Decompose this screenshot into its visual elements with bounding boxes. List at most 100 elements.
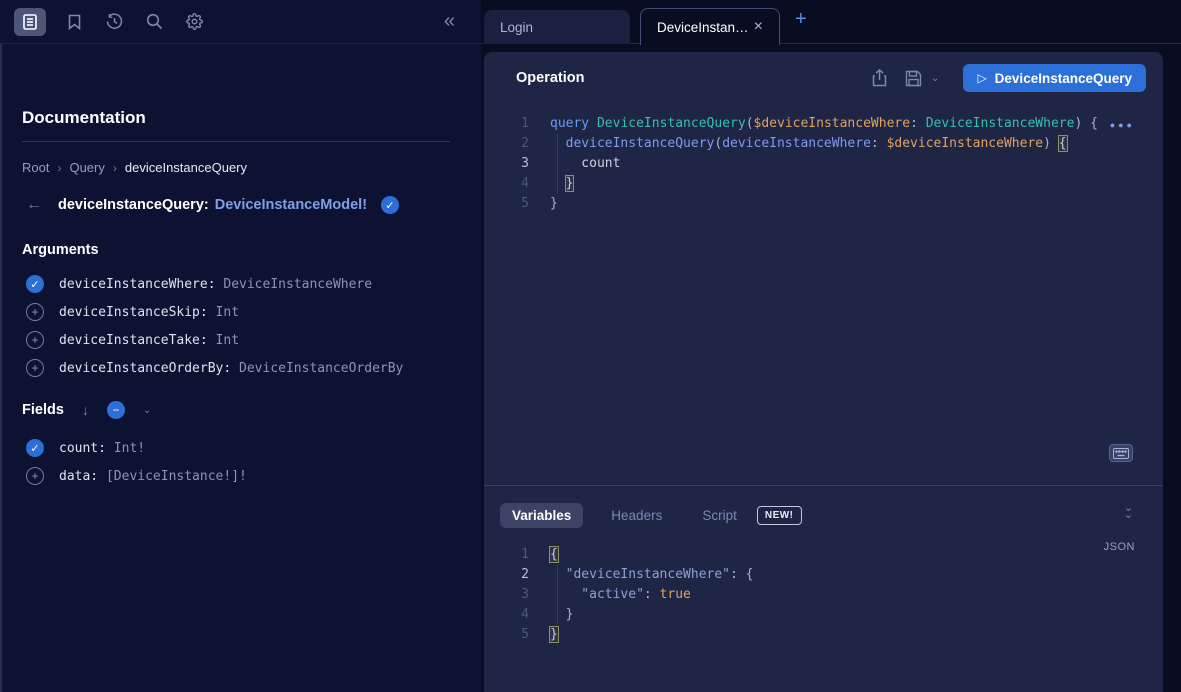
code-line[interactable]: 4 }	[484, 174, 1163, 194]
code-line[interactable]: 3 "active": true	[484, 585, 1163, 605]
argument-name: deviceInstanceOrderBy:	[59, 361, 231, 376]
run-query-button[interactable]: ▷ DeviceInstanceQuery	[963, 64, 1146, 92]
docs-panel-title: Documentation	[22, 108, 146, 128]
code-line[interactable]: 1{	[484, 545, 1163, 565]
docs-panel: Documentation Root › Query › deviceInsta…	[0, 44, 481, 692]
breadcrumb-root[interactable]: Root	[22, 160, 49, 175]
field-type[interactable]: [DeviceInstance!]!	[106, 469, 247, 484]
field-type[interactable]: Int!	[114, 441, 145, 456]
variables-editor[interactable]: 1{2 "deviceInstanceWhere": {3 "active": …	[484, 545, 1163, 692]
code-token: $deviceInstanceWhere	[754, 116, 911, 131]
add-icon[interactable]: +	[26, 467, 44, 485]
operation-panel: Operation ⌄ ▷	[484, 52, 1163, 692]
code-token: {	[550, 547, 558, 562]
collapse-panel-icon[interactable]: ⌄⌄	[1124, 505, 1133, 519]
tab-script[interactable]: Script	[690, 503, 741, 528]
indent-guide	[550, 154, 558, 174]
code-line[interactable]: 3 count	[484, 154, 1163, 174]
selected-field-type[interactable]: DeviceInstanceModel!	[215, 197, 367, 213]
share-icon[interactable]	[869, 68, 889, 88]
gear-icon[interactable]	[182, 10, 206, 34]
tab-deviceinstancequery[interactable]: DeviceInstan… ×	[640, 8, 780, 45]
code-line[interactable]: 2 "deviceInstanceWhere": {	[484, 565, 1163, 585]
breadcrumb-separator: ›	[57, 161, 61, 175]
bookmark-icon[interactable]	[62, 10, 86, 34]
collapse-sidebar-icon[interactable]: «	[444, 10, 455, 33]
code-token: (	[714, 136, 722, 151]
tab-label: Login	[500, 20, 533, 35]
code-token: deviceInstanceWhere	[722, 136, 871, 151]
line-number: 5	[484, 625, 529, 645]
code-token	[558, 567, 566, 582]
code-token: query	[550, 116, 589, 131]
add-icon[interactable]: +	[26, 331, 44, 349]
save-icon[interactable]	[903, 68, 923, 88]
sort-down-icon[interactable]: ↓	[82, 402, 89, 418]
argument-type[interactable]: DeviceInstanceOrderBy	[239, 361, 403, 376]
code-token	[558, 607, 566, 622]
selected-check-icon[interactable]: ✓	[381, 196, 399, 214]
code-token: true	[660, 587, 691, 602]
tab-headers[interactable]: Headers	[599, 503, 674, 528]
line-number: 1	[484, 545, 529, 565]
line-number: 3	[484, 154, 529, 174]
workspace: Login DeviceInstan… × + Operation	[481, 0, 1181, 692]
argument-item[interactable]: ✓ deviceInstanceWhere: DeviceInstanceWhe…	[26, 273, 372, 295]
editor-menu-icon[interactable]: ●●●	[1110, 120, 1135, 130]
tab-variables[interactable]: Variables	[500, 503, 583, 528]
argument-item[interactable]: + deviceInstanceTake: Int	[26, 329, 239, 351]
breadcrumb-query[interactable]: Query	[69, 160, 104, 175]
code-token: :	[910, 116, 926, 131]
add-tab-icon[interactable]: +	[795, 8, 807, 31]
code-token: $deviceInstanceWhere	[887, 136, 1044, 151]
history-icon[interactable]	[102, 10, 126, 34]
selected-field-header: ← deviceInstanceQuery: DeviceInstanceMod…	[26, 196, 399, 214]
add-icon[interactable]: +	[26, 359, 44, 377]
indent-guide	[550, 565, 558, 585]
query-editor[interactable]: 1query DeviceInstanceQuery($deviceInstan…	[484, 104, 1163, 485]
operation-title: Operation	[516, 70, 584, 86]
argument-type[interactable]: DeviceInstanceWhere	[223, 277, 372, 292]
argument-item[interactable]: + deviceInstanceSkip: Int	[26, 301, 239, 323]
code-token: DeviceInstanceWhere	[926, 116, 1075, 131]
add-icon[interactable]: +	[26, 303, 44, 321]
docs-icon[interactable]	[14, 8, 46, 36]
deselect-all-icon[interactable]: −	[107, 401, 125, 419]
code-token: ) {	[1074, 116, 1097, 131]
chevron-down-icon[interactable]: ⌄	[143, 405, 151, 416]
save-options-chevron-icon[interactable]: ⌄	[931, 73, 939, 84]
code-token: }	[550, 196, 558, 211]
code-token: }	[566, 176, 574, 191]
field-item[interactable]: + data: [DeviceInstance!]!	[26, 465, 247, 487]
search-icon[interactable]	[142, 10, 166, 34]
code-token: :	[644, 587, 660, 602]
tab-login[interactable]: Login	[484, 10, 630, 44]
code-line[interactable]: 1query DeviceInstanceQuery($deviceInstan…	[484, 114, 1163, 134]
code-token: }	[550, 627, 558, 642]
code-line[interactable]: 5}	[484, 625, 1163, 645]
code-token	[558, 136, 566, 151]
code-token: "deviceInstanceWhere"	[566, 567, 730, 582]
checked-icon[interactable]: ✓	[26, 275, 44, 293]
indent-guide	[550, 605, 558, 625]
keyboard-shortcuts-icon[interactable]	[1109, 444, 1133, 462]
divider[interactable]	[484, 485, 1163, 486]
argument-type[interactable]: Int	[216, 305, 239, 320]
breadcrumb: Root › Query › deviceInstanceQuery	[22, 160, 247, 175]
checked-icon[interactable]: ✓	[26, 439, 44, 457]
line-number: 1	[484, 114, 529, 134]
code-line[interactable]: 4 }	[484, 605, 1163, 625]
code-line[interactable]: 5}	[484, 194, 1163, 214]
indent-guide	[550, 585, 558, 605]
code-token: : {	[730, 567, 753, 582]
argument-type[interactable]: Int	[216, 333, 239, 348]
back-icon[interactable]: ←	[26, 196, 42, 214]
argument-item[interactable]: + deviceInstanceOrderBy: DeviceInstanceO…	[26, 357, 403, 379]
field-item[interactable]: ✓ count: Int!	[26, 437, 145, 459]
fields-heading-row: Fields ↓ − ⌄	[22, 401, 151, 419]
code-token: }	[566, 607, 574, 622]
line-number: 4	[484, 605, 529, 625]
close-icon[interactable]: ×	[754, 18, 763, 36]
breadcrumb-separator: ›	[113, 161, 117, 175]
code-line[interactable]: 2 deviceInstanceQuery(deviceInstanceWher…	[484, 134, 1163, 154]
